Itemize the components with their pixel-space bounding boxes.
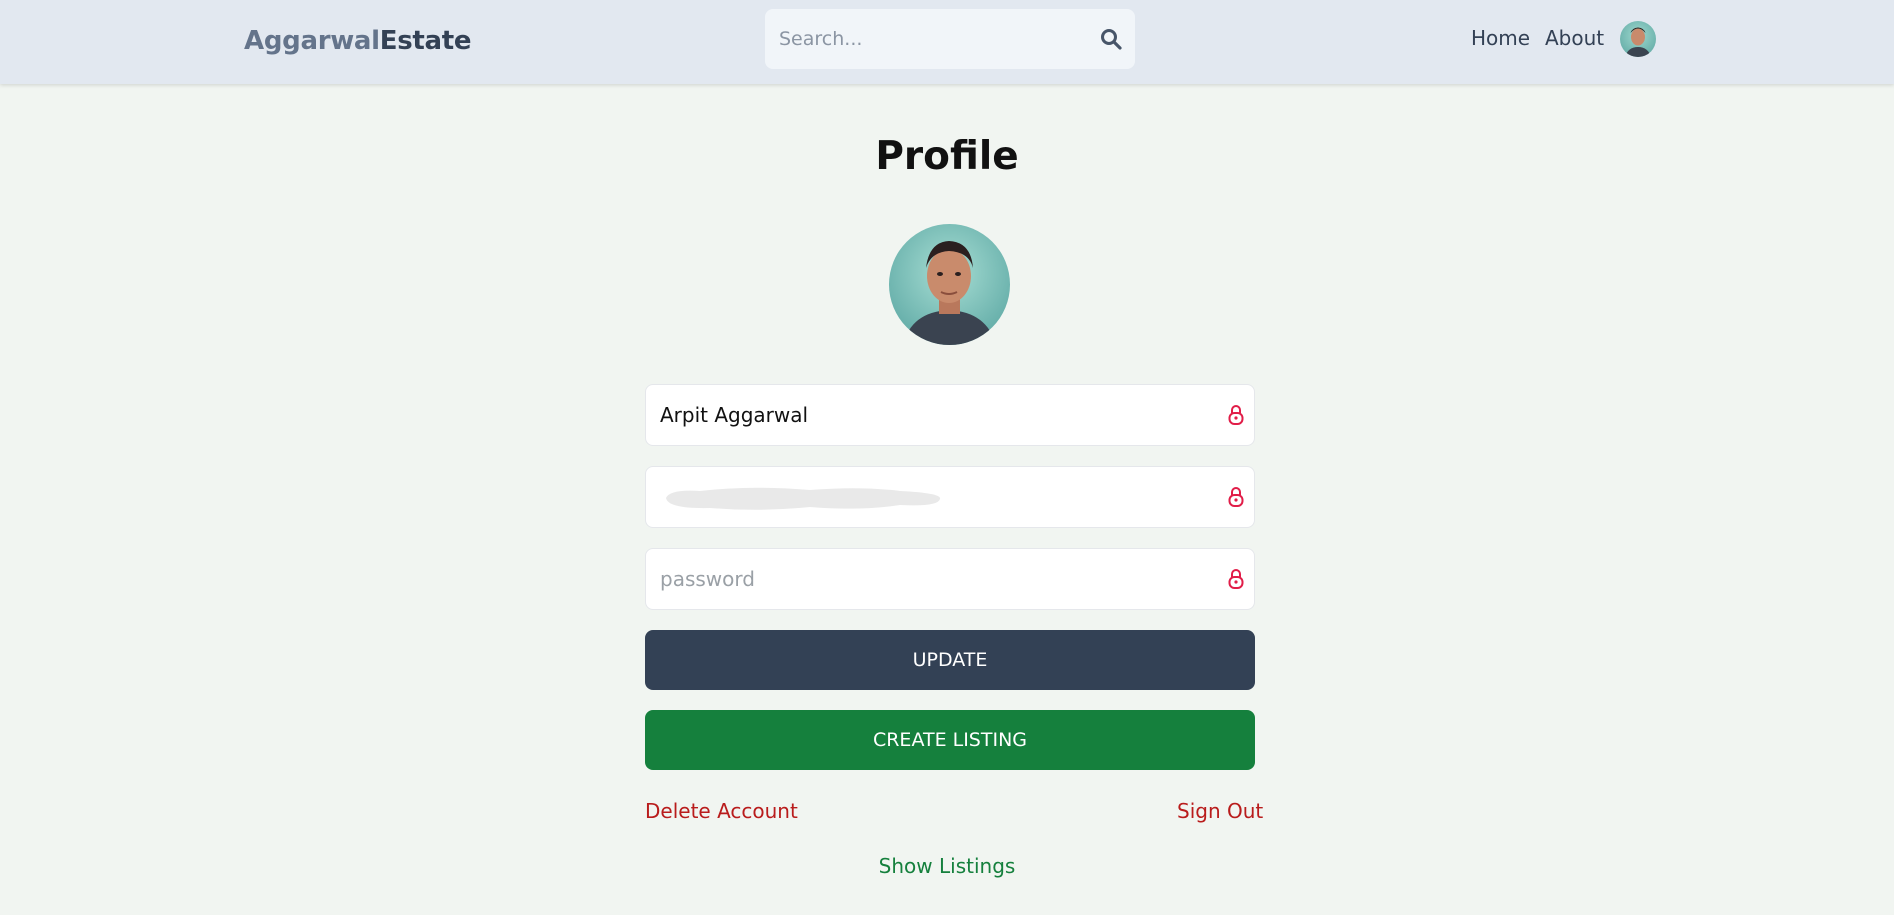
avatar-image [1620,21,1656,57]
delete-account-link[interactable]: Delete Account [645,799,798,823]
top-navbar: AggarwalEstate Home About [0,0,1894,84]
username-field [645,384,1255,446]
update-button[interactable]: UPDATE [645,630,1255,690]
redacted-email-overlay [666,487,941,510]
search-form [765,9,1135,69]
nav-about-link[interactable]: About [1545,26,1604,50]
logo-part-aggarwal: Aggarwal [244,26,380,56]
search-icon[interactable] [1099,27,1123,51]
nav-home-link[interactable]: Home [1471,26,1530,50]
site-logo[interactable]: AggarwalEstate [244,26,472,56]
email-field [645,466,1255,528]
logo-part-estate: Estate [379,26,472,56]
password-field [645,548,1255,610]
lock-icon [1228,569,1244,589]
show-listings-button[interactable]: Show Listings [0,854,1894,878]
search-input[interactable] [779,9,1079,69]
profile-avatar[interactable] [889,224,1010,345]
profile-avatar-image [889,224,1010,345]
password-input[interactable] [660,549,1200,609]
lock-icon [1228,405,1244,425]
sign-out-link[interactable]: Sign Out [1177,799,1263,823]
lock-icon [1228,487,1244,507]
nav-user-avatar[interactable] [1620,21,1656,57]
page-title: Profile [875,134,1019,179]
username-input[interactable] [660,385,1200,445]
create-listing-button[interactable]: CREATE LISTING [645,710,1255,770]
